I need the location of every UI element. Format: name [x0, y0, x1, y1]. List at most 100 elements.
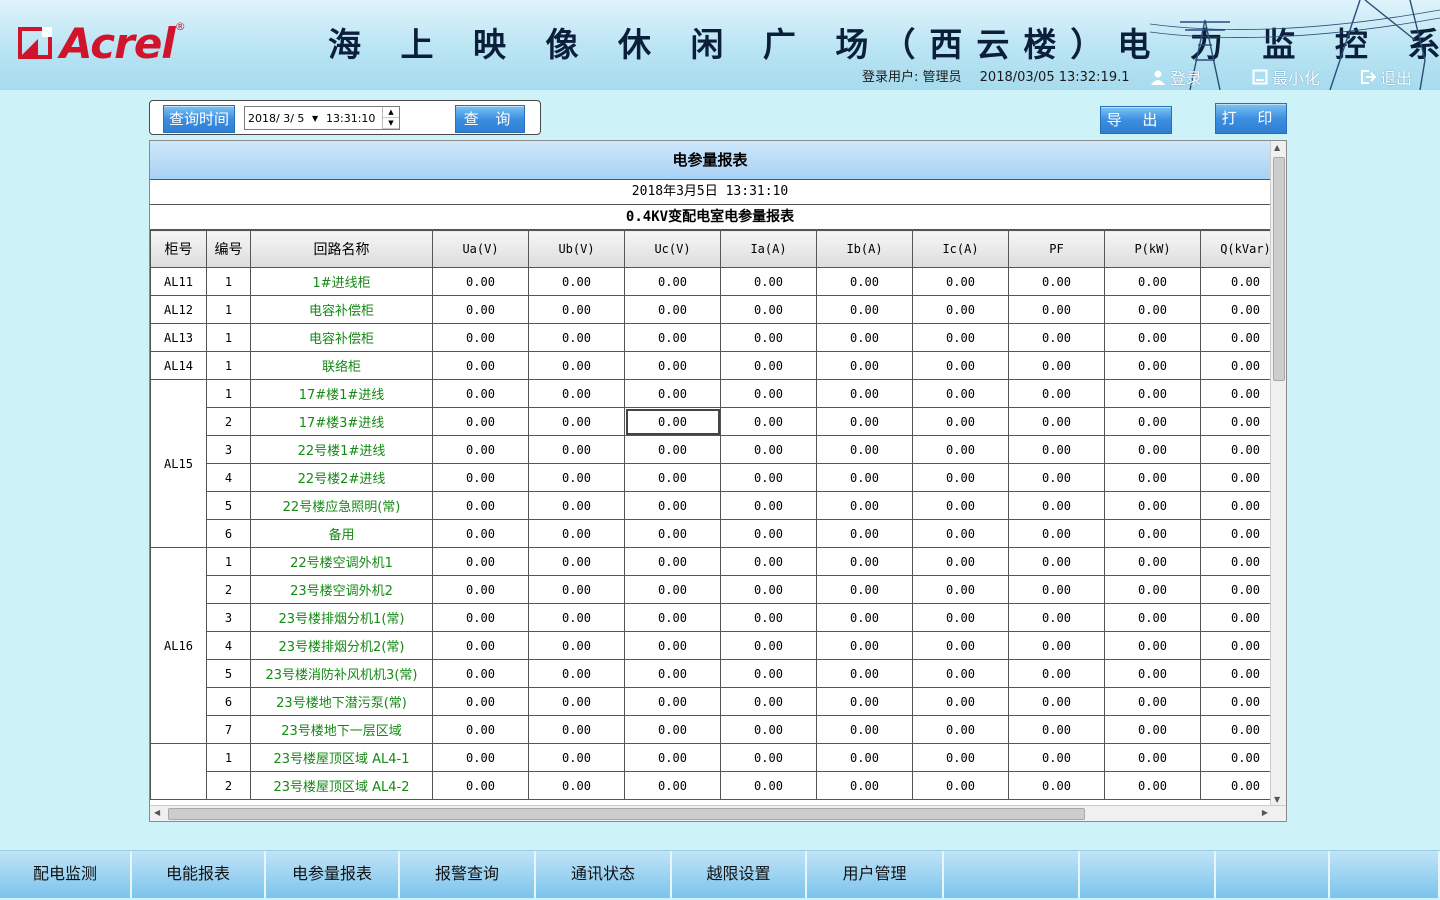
horizontal-scroll-thumb[interactable] — [168, 808, 1085, 820]
value-cell[interactable]: 0.00 — [528, 379, 625, 408]
nav-item[interactable]: 用户管理 — [807, 851, 944, 898]
value-cell[interactable]: 0.00 — [624, 435, 721, 464]
value-cell[interactable]: 0.00 — [816, 631, 913, 660]
value-cell[interactable]: 0.00 — [1104, 407, 1201, 436]
value-cell[interactable]: 0.00 — [912, 351, 1009, 380]
circuit-name-cell[interactable]: 17#楼3#进线 — [250, 407, 433, 436]
circuit-name-cell[interactable]: 22号楼2#进线 — [250, 463, 433, 492]
value-cell[interactable]: 0.00 — [816, 351, 913, 380]
value-cell[interactable]: 0.00 — [912, 631, 1009, 660]
value-cell[interactable]: 0.00 — [432, 603, 529, 632]
value-cell[interactable]: 0.00 — [1104, 295, 1201, 324]
scroll-down-icon[interactable]: ▼ — [1274, 795, 1280, 804]
circuit-name-cell[interactable]: 22号楼空调外机1 — [250, 547, 433, 576]
value-cell[interactable]: 0.00 — [624, 351, 721, 380]
value-cell[interactable]: 0.00 — [624, 491, 721, 520]
value-cell[interactable]: 0.00 — [1008, 519, 1105, 548]
value-cell[interactable]: 0.00 — [816, 659, 913, 688]
value-cell[interactable]: 0.00 — [528, 547, 625, 576]
value-cell[interactable]: 0.00 — [1008, 631, 1105, 660]
value-cell[interactable]: 0.00 — [816, 267, 913, 296]
value-cell[interactable]: 0.00 — [624, 687, 721, 716]
value-cell[interactable]: 0.00 — [720, 295, 817, 324]
value-cell[interactable]: 0.00 — [624, 743, 721, 772]
value-cell[interactable]: 0.00 — [816, 407, 913, 436]
circuit-name-cell[interactable]: 17#楼1#进线 — [250, 379, 433, 408]
circuit-name-cell[interactable]: 23号楼消防补风机机3(常) — [250, 659, 433, 688]
table-row[interactable]: 6 23号楼地下潜污泵(常) 0.00 0.00 0.00 0.00 0.00 0.00 0.0… — [151, 687, 1286, 716]
value-cell[interactable]: 0.00 — [1008, 603, 1105, 632]
value-cell[interactable]: 0.00 — [624, 715, 721, 744]
vertical-scrollbar[interactable]: ▲ ▼ — [1270, 141, 1286, 806]
value-cell[interactable]: 0.00 — [528, 575, 625, 604]
value-cell[interactable]: 0.00 — [1008, 575, 1105, 604]
value-cell[interactable]: 0.00 — [720, 715, 817, 744]
circuit-name-cell[interactable]: 1#进线柜 — [250, 267, 433, 296]
value-cell[interactable]: 0.00 — [912, 687, 1009, 716]
value-cell[interactable]: 0.00 — [1008, 743, 1105, 772]
date-value[interactable]: 2018/ 3/ 5 — [245, 112, 312, 125]
value-cell[interactable]: 0.00 — [624, 519, 721, 548]
value-cell[interactable]: 0.00 — [432, 407, 529, 436]
value-cell[interactable]: 0.00 — [528, 435, 625, 464]
login-button[interactable]: 登录 — [1150, 65, 1202, 89]
value-cell[interactable]: 0.00 — [912, 547, 1009, 576]
nav-item[interactable]: 配电监测 — [0, 851, 132, 898]
value-cell[interactable]: 0.00 — [1008, 659, 1105, 688]
value-cell[interactable]: 0.00 — [1008, 687, 1105, 716]
value-cell[interactable]: 0.00 — [624, 267, 721, 296]
value-cell[interactable]: 0.00 — [1104, 463, 1201, 492]
datetime-picker[interactable]: 2018/ 3/ 5 ▼ 13:31:10 ▲ ▼ — [244, 106, 400, 130]
value-cell[interactable]: 0.00 — [528, 351, 625, 380]
value-cell[interactable]: 0.00 — [1008, 379, 1105, 408]
value-cell[interactable]: 0.00 — [528, 687, 625, 716]
value-cell[interactable]: 0.00 — [432, 547, 529, 576]
table-row[interactable]: 6 备用 0.00 0.00 0.00 0.00 0.00 0.00 0.00 0.00 0.00 — [151, 519, 1286, 548]
value-cell[interactable]: 0.00 — [1104, 519, 1201, 548]
value-cell[interactable]: 0.00 — [432, 267, 529, 296]
value-cell[interactable]: 0.00 — [720, 323, 817, 352]
table-row[interactable]: 5 22号楼应急照明(常) 0.00 0.00 0.00 0.00 0.00 0.00 0.00… — [151, 491, 1286, 520]
value-cell[interactable]: 0.00 — [1008, 323, 1105, 352]
value-cell[interactable]: 0.00 — [1008, 463, 1105, 492]
value-cell[interactable]: 0.00 — [816, 743, 913, 772]
value-cell[interactable]: 0.00 — [1008, 267, 1105, 296]
table-row[interactable]: 2 17#楼3#进线 0.00 0.00 0.00 0.00 0.00 0.00 0.00 0.0… — [151, 407, 1286, 436]
value-cell[interactable]: 0.00 — [528, 603, 625, 632]
table-row[interactable]: 1 23号楼屋顶区域 AL4-1 0.00 0.00 0.00 0.00 0.00 0.00 0… — [150, 743, 1286, 800]
table-row[interactable]: 3 22号楼1#进线 0.00 0.00 0.00 0.00 0.00 0.00 0.00 0.0… — [151, 435, 1286, 464]
table-row[interactable]: AL15 1 17#楼1#进线 0.00 0.00 0.00 0.00 0.00 0.00 0.0… — [150, 379, 1286, 548]
value-cell[interactable]: 0.00 — [720, 687, 817, 716]
table-row[interactable]: AL11 1 1#进线柜 0.00 0.00 0.00 0.00 0.00 0.00 0.00 0.… — [150, 267, 1286, 296]
value-cell[interactable]: 0.00 — [1104, 491, 1201, 520]
value-cell[interactable]: 0.00 — [528, 631, 625, 660]
value-cell[interactable]: 0.00 — [1104, 435, 1201, 464]
value-cell[interactable]: 0.00 — [528, 323, 625, 352]
nav-item[interactable]: 越限设置 — [672, 851, 807, 898]
scroll-up-icon[interactable]: ▲ — [1274, 143, 1280, 152]
value-cell[interactable]: 0.00 — [1008, 351, 1105, 380]
value-cell[interactable]: 0.00 — [912, 463, 1009, 492]
value-cell[interactable]: 0.00 — [720, 491, 817, 520]
value-cell[interactable]: 0.00 — [528, 463, 625, 492]
value-cell[interactable]: 0.00 — [720, 519, 817, 548]
value-cell[interactable]: 0.00 — [624, 295, 721, 324]
value-cell[interactable]: 0.00 — [528, 267, 625, 296]
table-row[interactable]: AL16 1 22号楼空调外机1 0.00 0.00 0.00 0.00 0.00 0.00 0.… — [150, 547, 1286, 744]
value-cell[interactable]: 0.00 — [432, 631, 529, 660]
value-cell[interactable]: 0.00 — [624, 575, 721, 604]
nav-item[interactable] — [1216, 851, 1330, 898]
value-cell[interactable]: 0.00 — [720, 771, 817, 800]
circuit-name-cell[interactable]: 备用 — [250, 519, 433, 548]
value-cell[interactable]: 0.00 — [816, 715, 913, 744]
value-cell[interactable]: 0.00 — [912, 267, 1009, 296]
value-cell[interactable]: 0.00 — [720, 463, 817, 492]
nav-item[interactable]: 电参量报表 — [266, 851, 400, 898]
minimize-button[interactable]: 最小化 — [1252, 65, 1320, 89]
value-cell[interactable]: 0.00 — [816, 295, 913, 324]
value-cell[interactable]: 0.00 — [1104, 771, 1201, 800]
value-cell[interactable]: 0.00 — [1104, 687, 1201, 716]
circuit-name-cell[interactable]: 23号楼屋顶区域 AL4-1 — [250, 743, 433, 772]
nav-item[interactable]: 通讯状态 — [536, 851, 672, 898]
value-cell[interactable]: 0.00 — [816, 547, 913, 576]
